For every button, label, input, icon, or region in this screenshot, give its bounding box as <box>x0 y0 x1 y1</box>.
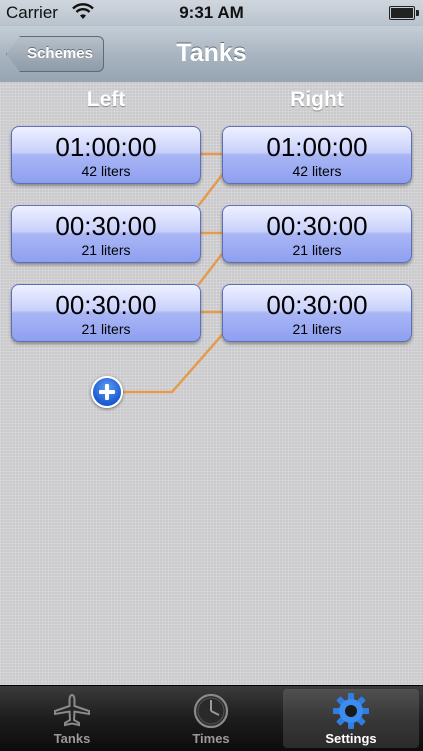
right-tank-2[interactable]: 00:30:00 21 liters <box>222 205 412 263</box>
airplane-icon <box>54 693 90 727</box>
right-tank-3[interactable]: 00:30:00 21 liters <box>222 284 412 342</box>
tank-volume: 21 liters <box>292 321 342 337</box>
tank-volume: 42 liters <box>292 163 342 179</box>
tab-label: Times <box>192 731 230 746</box>
tab-label: Tanks <box>53 731 91 746</box>
tank-time: 00:30:00 <box>55 290 157 320</box>
tank-volume: 21 liters <box>81 242 131 258</box>
add-tank-button[interactable] <box>91 376 123 408</box>
status-bar: Carrier 9:31 AM <box>0 0 423 26</box>
tank-time: 01:00:00 <box>266 132 368 162</box>
tank-time: 00:30:00 <box>266 211 368 241</box>
right-column-header: Right <box>290 88 344 111</box>
tab-settings[interactable]: Settings <box>283 689 419 748</box>
tab-times[interactable]: Times <box>143 689 279 748</box>
left-tank-2[interactable]: 00:30:00 21 liters <box>11 205 201 263</box>
tank-time: 01:00:00 <box>55 132 157 162</box>
status-time: 9:31 AM <box>179 3 244 22</box>
page-title: Tanks <box>176 39 247 67</box>
gear-icon <box>333 693 369 729</box>
tab-bar: Tanks Times Settings <box>0 685 423 751</box>
tank-volume: 42 liters <box>81 163 131 179</box>
tank-time: 00:30:00 <box>266 290 368 320</box>
tank-time: 00:30:00 <box>55 211 157 241</box>
clock-icon <box>193 693 229 729</box>
tank-volume: 21 liters <box>81 321 131 337</box>
right-tank-1[interactable]: 01:00:00 42 liters <box>222 126 412 184</box>
left-tank-1[interactable]: 01:00:00 42 liters <box>11 126 201 184</box>
left-tank-3[interactable]: 00:30:00 21 liters <box>11 284 201 342</box>
tank-volume: 21 liters <box>292 242 342 258</box>
navigation-bar: Schemes Tanks <box>0 26 423 83</box>
tab-tanks[interactable]: Tanks <box>4 689 140 748</box>
left-column-header: Left <box>86 88 126 111</box>
battery-icon <box>389 6 419 20</box>
tab-label: Settings <box>325 731 377 746</box>
